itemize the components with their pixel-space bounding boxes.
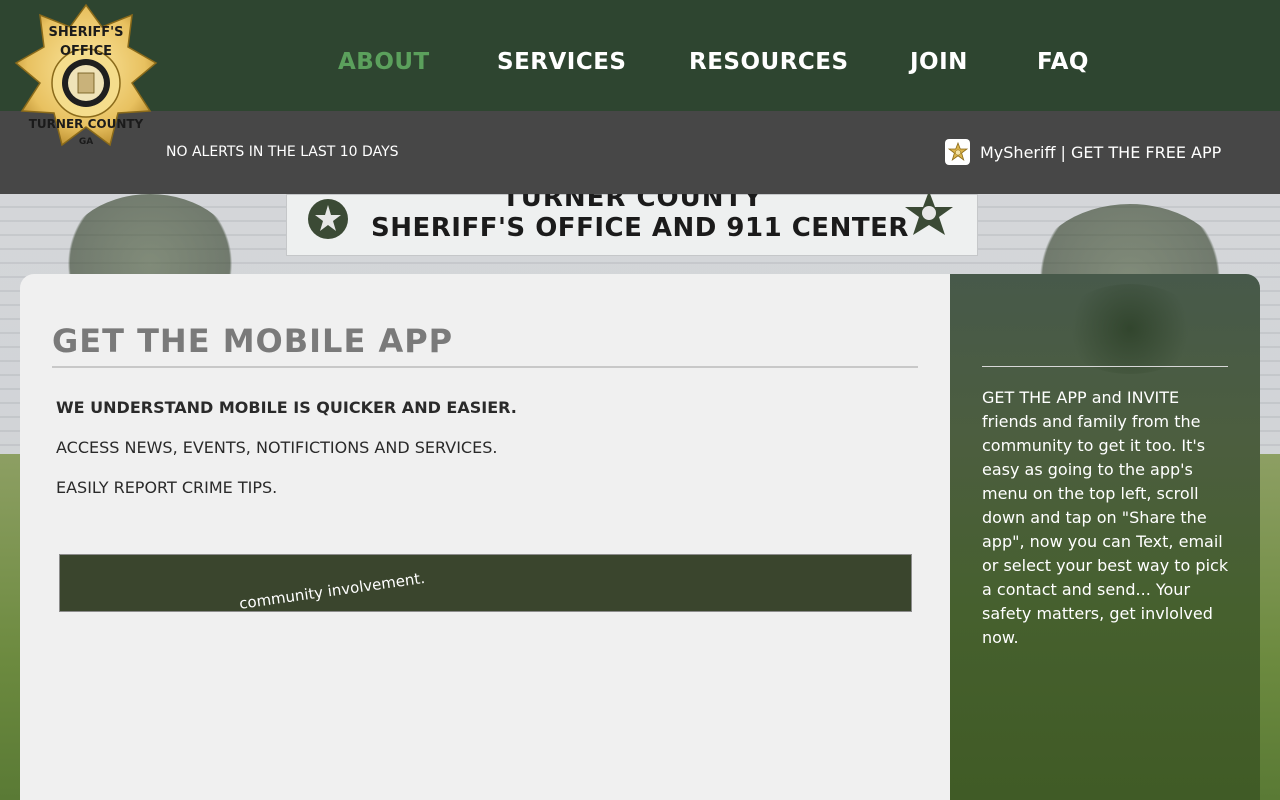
sign-star-left-icon bbox=[308, 199, 348, 239]
nav-about[interactable]: ABOUT bbox=[338, 46, 430, 78]
side-panel: GET THE APP and INVITE friends and famil… bbox=[950, 274, 1260, 800]
badge-line4: GA bbox=[79, 137, 93, 147]
sign-line2: SHERIFF'S OFFICE AND 911 CENTER bbox=[371, 213, 909, 243]
side-divider bbox=[982, 366, 1228, 367]
main-content-card: GET THE MOBILE APP WE UNDERSTAND MOBILE … bbox=[20, 274, 950, 800]
intro-paragraph: WE UNDERSTAND MOBILE IS QUICKER AND EASI… bbox=[56, 398, 517, 417]
nav-resources[interactable]: RESOURCES bbox=[689, 46, 849, 78]
nav-faq[interactable]: FAQ bbox=[1037, 46, 1089, 78]
building-sign: TURNER COUNTY SHERIFF'S OFFICE AND 911 C… bbox=[286, 194, 978, 256]
side-panel-shade bbox=[1060, 284, 1200, 374]
nav-services[interactable]: SERVICES bbox=[497, 46, 627, 78]
badge-line1: SHERIFF'S bbox=[48, 25, 123, 40]
alerts-status: NO ALERTS IN THE LAST 10 DAYS bbox=[166, 144, 399, 160]
sheriff-star-icon bbox=[945, 139, 970, 165]
nav-join[interactable]: JOIN bbox=[910, 46, 968, 78]
share-app-instructions: GET THE APP and INVITE friends and famil… bbox=[982, 388, 1229, 647]
get-app-label: MySheriff | GET THE FREE APP bbox=[980, 142, 1222, 162]
get-app-link[interactable]: MySheriff | GET THE FREE APP bbox=[945, 139, 1221, 165]
badge-line2: OFFICE bbox=[60, 44, 112, 59]
features-paragraph: ACCESS NEWS, EVENTS, NOTIFICTIONS AND SE… bbox=[56, 438, 498, 457]
app-promo-banner[interactable]: community involvement. bbox=[59, 554, 912, 612]
crime-tips-paragraph: EASILY REPORT CRIME TIPS. bbox=[56, 478, 278, 497]
page-title: GET THE MOBILE APP bbox=[52, 322, 454, 360]
badge-line3: TURNER COUNTY bbox=[29, 117, 144, 131]
title-divider bbox=[52, 366, 918, 368]
alert-bar: NO ALERTS IN THE LAST 10 DAYS MySheriff … bbox=[0, 111, 1280, 194]
sign-line1: TURNER COUNTY bbox=[502, 194, 764, 213]
sign-star-right-icon bbox=[905, 194, 953, 235]
banner-text: community involvement. bbox=[238, 568, 427, 612]
sheriff-badge-logo[interactable]: SHERIFF'S OFFICE TURNER COUNTY GA bbox=[14, 3, 158, 163]
top-navigation: ABOUT SERVICES RESOURCES JOIN FAQ bbox=[0, 0, 1280, 111]
